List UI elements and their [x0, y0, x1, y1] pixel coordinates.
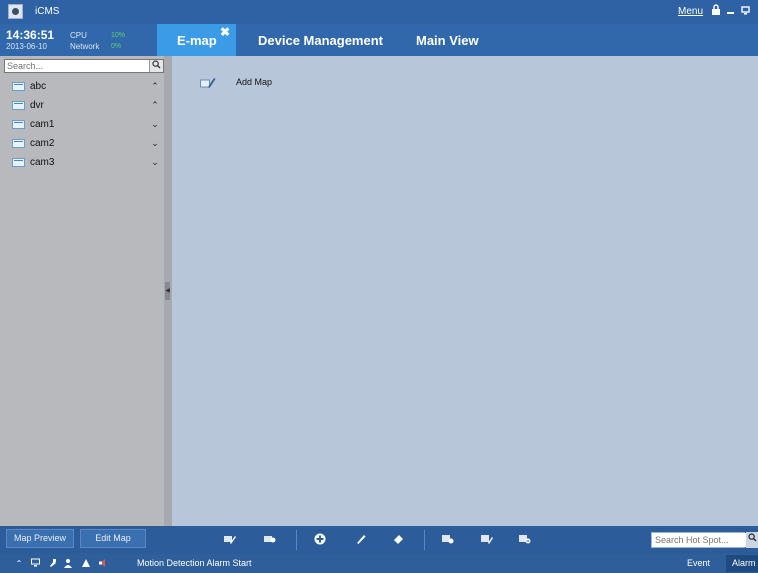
tab-main-view[interactable]: Main View [416, 24, 496, 56]
folder-icon [12, 120, 25, 129]
device-tree-panel: abc ⌃ dvr ⌃ cam1 ⌄ cam2 ⌄ cam3 ⌄ [0, 56, 168, 526]
tree-item-label: abc [30, 81, 47, 92]
tree-item-cam2[interactable]: cam2 ⌄ [0, 134, 168, 153]
network-value: 0% [111, 43, 122, 50]
chevron-down-icon[interactable]: ⌄ [150, 138, 160, 149]
chevron-up-icon[interactable]: ⌃ [150, 81, 160, 92]
clock-date: 2013-06-10 [6, 42, 47, 51]
alert-icon[interactable] [81, 558, 91, 569]
edit-map-icon[interactable] [224, 533, 236, 545]
pencil-icon[interactable] [355, 533, 367, 545]
folder-icon [12, 139, 25, 148]
tree-item-dvr[interactable]: dvr ⌃ [0, 96, 168, 115]
toolbar-divider [424, 530, 425, 550]
pin-icon[interactable] [47, 558, 57, 569]
tree-search-input[interactable] [5, 60, 145, 72]
double-chevron-up-icon[interactable]: ⌃ [14, 558, 24, 569]
tree-item-cam3[interactable]: cam3 ⌄ [0, 153, 168, 172]
chevron-down-icon[interactable]: ⌄ [150, 157, 160, 168]
tab-main-view-label: Main View [416, 33, 479, 48]
add-map-icon [200, 78, 216, 88]
tree-item-label: cam3 [30, 157, 55, 168]
cpu-label: CPU [70, 31, 87, 40]
tab-device-management-label: Device Management [258, 33, 383, 48]
app-name: iCMS [35, 6, 60, 17]
menu-link[interactable]: Menu [678, 6, 703, 17]
bottom-toolbar: Map Preview Edit Map [0, 526, 758, 554]
collapse-arrow-icon[interactable]: ◀ [165, 282, 170, 300]
device-tree: abc ⌃ dvr ⌃ cam1 ⌄ cam2 ⌄ cam3 ⌄ [0, 77, 168, 172]
hot-spot-search-input[interactable] [652, 533, 746, 547]
folder-icon [12, 101, 25, 110]
tree-item-cam1[interactable]: cam1 ⌄ [0, 115, 168, 134]
close-icon[interactable]: ✖ [220, 26, 232, 38]
hotspot-remove-icon[interactable] [519, 533, 531, 545]
network-label: Network [70, 42, 100, 51]
chevron-down-icon[interactable]: ⌄ [150, 119, 160, 130]
cpu-value: 10% [111, 32, 126, 39]
camera-map-icon[interactable] [264, 533, 276, 545]
event-tab[interactable]: Event [687, 558, 710, 568]
tree-item-label: cam1 [30, 119, 55, 130]
alarm-tab[interactable]: Alarm [726, 555, 758, 572]
users-icon[interactable] [64, 558, 74, 569]
search-icon[interactable] [746, 532, 758, 548]
add-circle-icon[interactable] [314, 533, 326, 545]
app-logo-icon [8, 4, 23, 19]
lock-icon[interactable] [710, 4, 722, 18]
tab-emap[interactable]: E-map ✖ [157, 24, 236, 56]
search-icon[interactable] [149, 60, 163, 72]
emap-canvas: Add Map [172, 56, 758, 526]
folder-icon [12, 158, 25, 167]
hotspot-edit-icon[interactable] [481, 533, 493, 545]
chevron-up-icon[interactable]: ⌃ [150, 100, 160, 111]
header-bar: 14:36:51 2013-06-10 CPU 10% Network 0% E… [0, 24, 758, 56]
add-map-label: Add Map [236, 77, 273, 87]
title-bar: iCMS Menu [0, 0, 758, 24]
tree-item-label: dvr [30, 100, 44, 111]
status-bar: ⌃ Motion Detection Alarm Start Event Ala… [0, 554, 758, 573]
speaker-icon[interactable] [98, 558, 108, 569]
folder-icon [12, 82, 25, 91]
minimize-icon[interactable] [725, 4, 737, 18]
map-preview-button[interactable]: Map Preview [6, 529, 74, 548]
tab-emap-label: E-map [177, 33, 217, 48]
hotspot-add-icon[interactable] [442, 533, 454, 545]
toolbar-divider [296, 530, 297, 550]
tree-item-abc[interactable]: abc ⌃ [0, 77, 168, 96]
eraser-icon[interactable] [393, 533, 405, 545]
status-message: Motion Detection Alarm Start [137, 558, 252, 568]
restore-icon[interactable] [740, 4, 752, 18]
tree-item-label: cam2 [30, 138, 55, 149]
edit-map-button[interactable]: Edit Map [80, 529, 146, 548]
tree-search-box [4, 59, 164, 73]
hot-spot-search-box [651, 532, 746, 548]
clock-time: 14:36:51 [6, 28, 55, 42]
tab-device-management[interactable]: Device Management [258, 24, 388, 56]
monitor-icon[interactable] [30, 558, 40, 569]
panel-splitter[interactable]: ◀ [164, 56, 172, 526]
